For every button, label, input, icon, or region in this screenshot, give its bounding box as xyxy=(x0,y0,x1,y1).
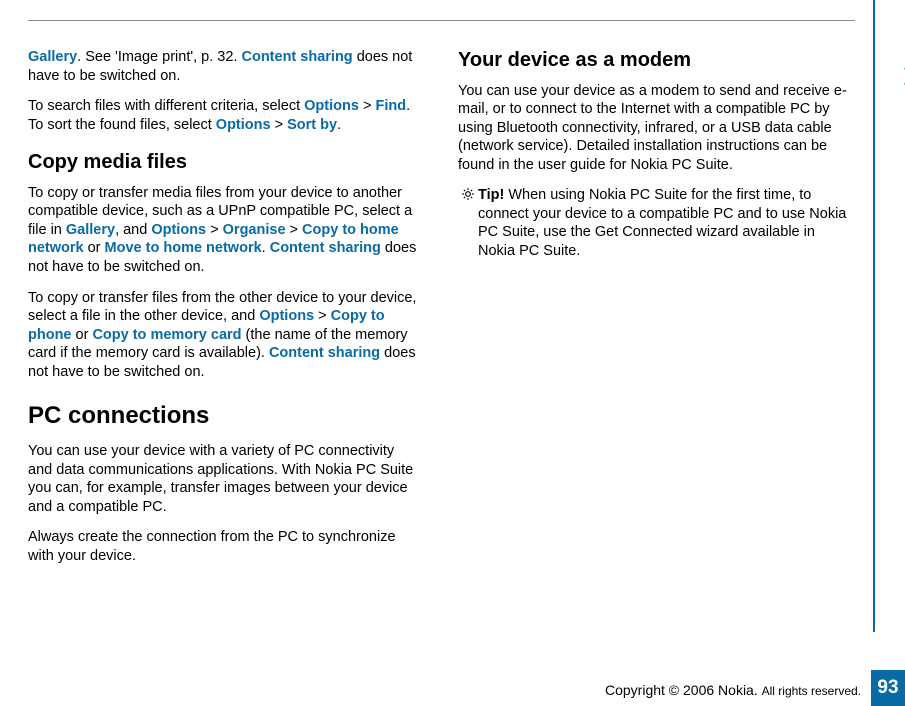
text: , and xyxy=(115,222,151,238)
text: > xyxy=(206,222,223,238)
link-content-sharing: Content sharing xyxy=(270,240,381,256)
option-label: Options xyxy=(304,98,359,114)
option-label: Copy to memory card xyxy=(92,327,241,343)
option-label: Move to home network xyxy=(105,240,262,256)
option-label: Options xyxy=(259,308,314,324)
paragraph: To copy or transfer media files from you… xyxy=(28,184,420,277)
text: . xyxy=(262,240,270,256)
link-content-sharing: Content sharing xyxy=(242,49,353,65)
text: . xyxy=(337,117,341,133)
option-label: Options xyxy=(216,117,271,133)
tip-block: Tip! When using Nokia PC Suite for the f… xyxy=(458,186,850,260)
brand-name: Nokia xyxy=(718,682,754,698)
left-column: Gallery. See 'Image print', p. 32. Conte… xyxy=(28,48,420,632)
side-tab: Connectivity xyxy=(873,0,905,632)
paragraph: You can use your device as a modem to se… xyxy=(458,82,850,175)
right-column: Your device as a modem You can use your … xyxy=(458,48,850,632)
footer: Copyright © 2006 Nokia. All rights reser… xyxy=(0,668,905,706)
text: or xyxy=(84,240,105,256)
text: > xyxy=(286,222,303,238)
page-body: Gallery. See 'Image print', p. 32. Conte… xyxy=(0,0,905,632)
paragraph: Always create the connection from the PC… xyxy=(28,528,420,565)
rights-text: All rights reserved. xyxy=(762,684,861,698)
text: or xyxy=(72,327,93,343)
text: To search files with different criteria,… xyxy=(28,98,304,114)
heading-pc-connections: PC connections xyxy=(28,401,420,432)
option-label: Find xyxy=(375,98,406,114)
text: > xyxy=(359,98,376,114)
link-content-sharing: Content sharing xyxy=(269,345,380,361)
tip-text: Tip! When using Nokia PC Suite for the f… xyxy=(478,186,850,260)
text: . See 'Image print', p. 32. xyxy=(77,49,241,65)
option-label: Options xyxy=(151,222,206,238)
tip-label: Tip! xyxy=(478,187,504,203)
text: When using Nokia PC Suite for the first … xyxy=(478,187,846,259)
paragraph: Gallery. See 'Image print', p. 32. Conte… xyxy=(28,48,420,85)
text: > xyxy=(271,117,288,133)
text: . xyxy=(754,682,762,698)
page-number: 93 xyxy=(871,670,905,706)
top-rule xyxy=(28,20,855,21)
tip-icon xyxy=(458,186,478,260)
text: Copyright © 2006 xyxy=(605,682,718,698)
heading-copy-media: Copy media files xyxy=(28,150,420,176)
paragraph: To search files with different criteria,… xyxy=(28,97,420,134)
heading-modem: Your device as a modem xyxy=(458,48,850,74)
text: > xyxy=(314,308,331,324)
link-gallery: Gallery xyxy=(66,222,115,238)
paragraph: You can use your device with a variety o… xyxy=(28,442,420,516)
paragraph: To copy or transfer files from the other… xyxy=(28,289,420,382)
link-gallery: Gallery xyxy=(28,49,77,65)
option-label: Organise xyxy=(223,222,286,238)
option-label: Sort by xyxy=(287,117,337,133)
copyright: Copyright © 2006 Nokia. All rights reser… xyxy=(605,682,861,698)
